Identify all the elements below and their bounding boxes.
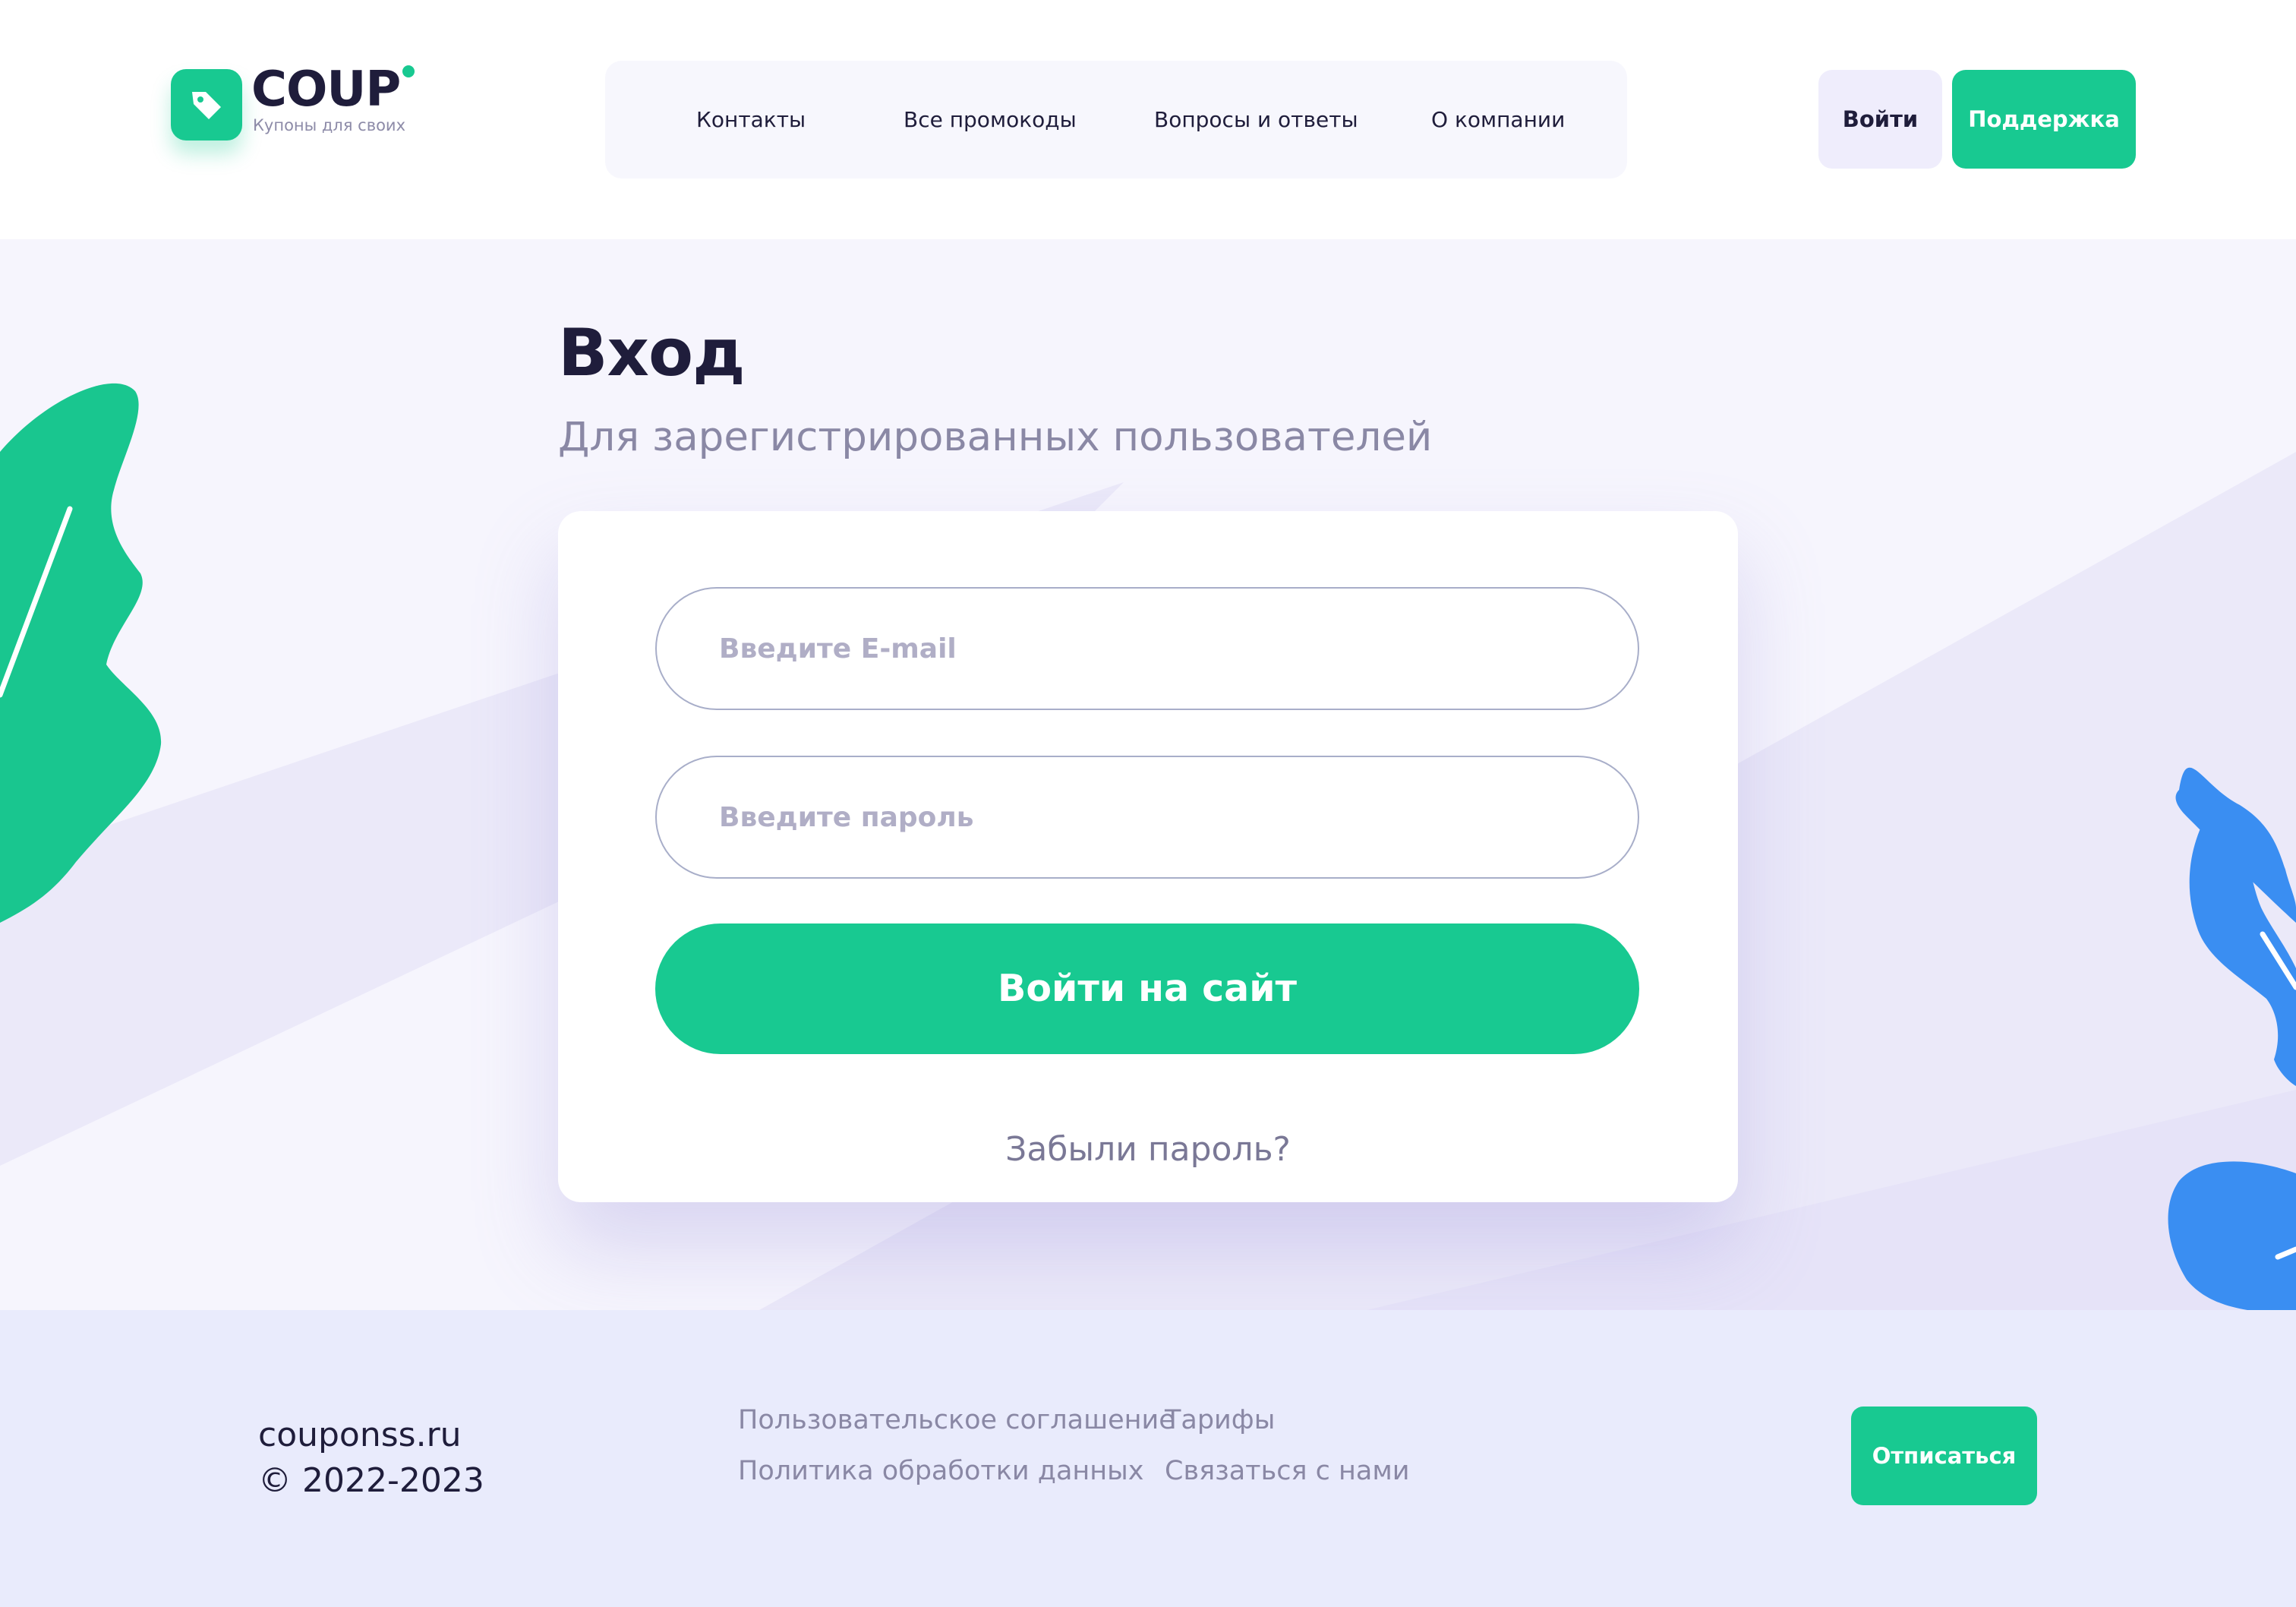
page-subtitle: Для зарегистрированных пользователей bbox=[558, 414, 1433, 460]
login-section: Вход Для зарегистрированных пользователе… bbox=[0, 239, 2296, 1310]
footer-link-contact[interactable]: Связаться с нами bbox=[1165, 1456, 1409, 1486]
logo-tagline: Купоны для своих bbox=[253, 116, 405, 134]
forgot-password-link[interactable]: Забыли пароль? bbox=[558, 1130, 1738, 1169]
login-card: Войти на сайт Забыли пароль? bbox=[558, 511, 1738, 1202]
nav-item-faq[interactable]: Вопросы и ответы bbox=[1154, 61, 1358, 178]
password-input[interactable] bbox=[655, 756, 1639, 879]
footer-link-tariffs[interactable]: Тарифы bbox=[1165, 1405, 1275, 1435]
logo-title: COUP bbox=[251, 62, 401, 118]
email-input[interactable] bbox=[655, 587, 1639, 710]
site-header: COUP Купоны для своих Контакты Все промо… bbox=[0, 0, 2296, 239]
logo[interactable]: COUP Купоны для своих bbox=[171, 65, 459, 149]
price-tag-icon bbox=[192, 92, 221, 119]
footer-site: couponss.ru bbox=[258, 1416, 462, 1454]
logo-badge bbox=[171, 69, 242, 140]
unsubscribe-button[interactable]: Отписаться bbox=[1851, 1407, 2037, 1505]
site-footer: couponss.ru © 2022-2023 Пользовательское… bbox=[0, 1310, 2296, 1607]
footer-link-terms[interactable]: Пользовательское соглашение bbox=[738, 1405, 1175, 1435]
main-nav: Контакты Все промокоды Вопросы и ответы … bbox=[605, 61, 1627, 178]
support-button[interactable]: Поддержка bbox=[1952, 70, 2136, 169]
nav-item-contacts[interactable]: Контакты bbox=[696, 61, 806, 178]
nav-item-about[interactable]: О компании bbox=[1431, 61, 1565, 178]
nav-item-promocodes[interactable]: Все промокоды bbox=[904, 61, 1077, 178]
footer-copyright: © 2022-2023 bbox=[258, 1461, 484, 1500]
submit-login-button[interactable]: Войти на сайт bbox=[655, 923, 1639, 1054]
logo-dot bbox=[402, 65, 415, 77]
page-title: Вход bbox=[558, 315, 746, 391]
login-button[interactable]: Войти bbox=[1818, 70, 1942, 169]
footer-link-privacy[interactable]: Политика обработки данных bbox=[738, 1456, 1144, 1486]
